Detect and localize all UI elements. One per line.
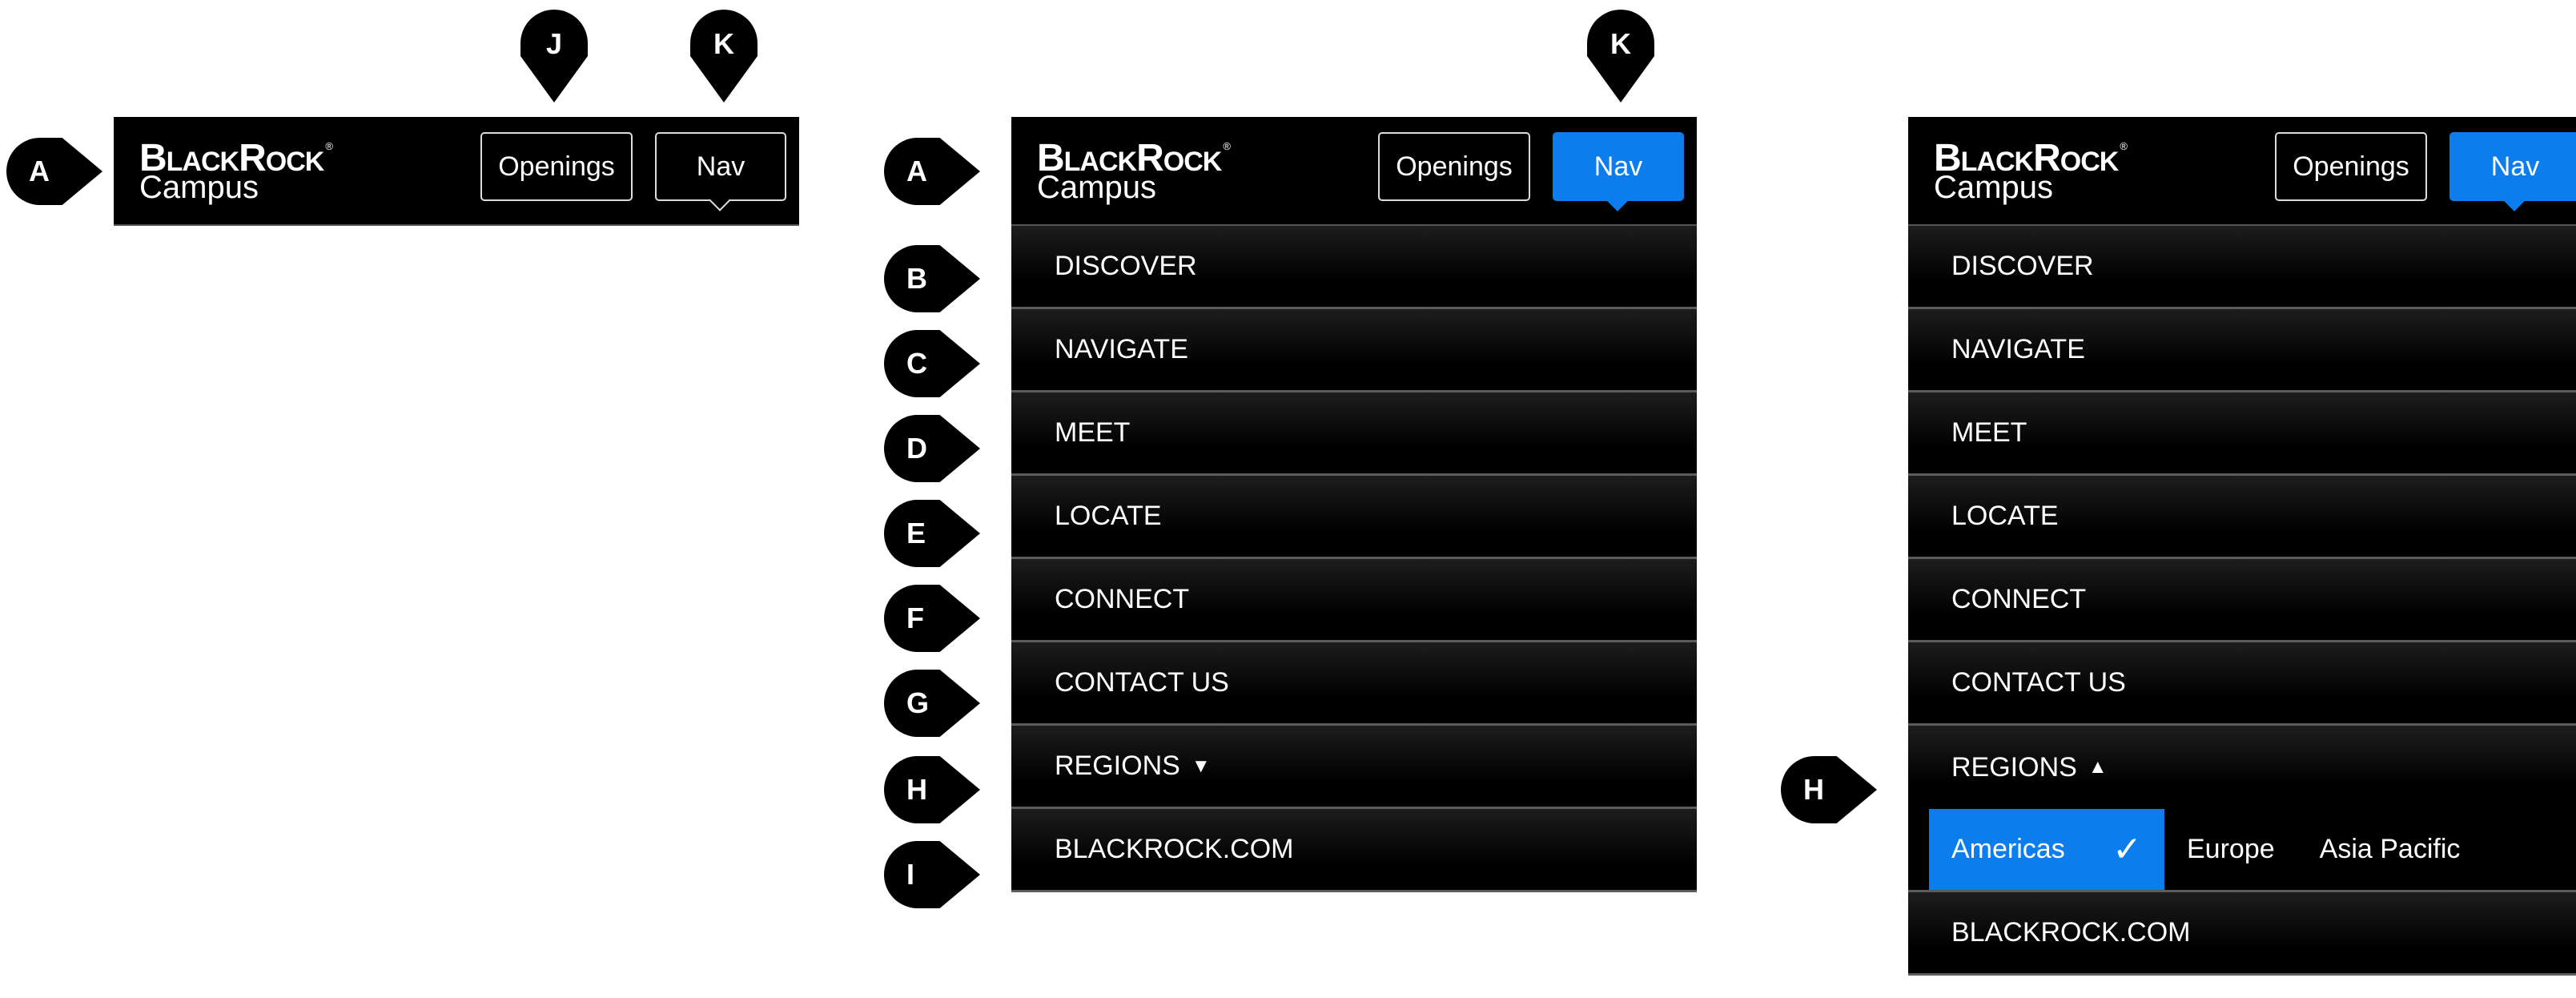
mockup-regions-open: BlackRock ® Campus Openings Nav DISCOVER … (1908, 117, 2576, 976)
callout-a: A (6, 138, 102, 205)
openings-button[interactable]: Openings (1378, 132, 1530, 201)
callout-g: G (884, 670, 980, 737)
chevron-up-icon: ▲ (2088, 756, 2108, 778)
region-americas[interactable]: Americas ✓ (1929, 809, 2164, 890)
menu-item-discover[interactable]: DISCOVER (1011, 226, 1697, 309)
menu-item-blackrock-com[interactable]: BLACKROCK.COM (1011, 809, 1697, 892)
menu-item-regions[interactable]: REGIONS ▼ (1011, 726, 1697, 809)
menu-item-blackrock-com[interactable]: BLACKROCK.COM (1908, 892, 2576, 976)
menu-item-meet[interactable]: MEET (1011, 392, 1697, 476)
pin-k: K (690, 10, 758, 103)
regions-submenu: Americas ✓ Europe Asia Pacific (1908, 809, 2576, 892)
blackrock-campus-logo[interactable]: BlackRock ® Campus (1037, 139, 1231, 204)
menu-item-regions[interactable]: REGIONS ▲ (1908, 726, 2576, 809)
checkmark-icon: ✓ (2112, 830, 2142, 869)
callout-d: D (884, 415, 980, 482)
menu-item-meet[interactable]: MEET (1908, 392, 2576, 476)
callout-i: I (884, 841, 980, 908)
callout-e: E (884, 500, 980, 567)
menu-item-contact-us[interactable]: CONTACT US (1011, 642, 1697, 726)
blackrock-campus-logo[interactable]: BlackRock ® Campus (139, 139, 333, 204)
nav-button-active[interactable]: Nav (2449, 132, 2576, 201)
pin-k: K (1587, 10, 1654, 103)
region-asia-pacific[interactable]: Asia Pacific (2297, 809, 2483, 890)
menu-item-locate[interactable]: LOCATE (1011, 476, 1697, 559)
site-header: BlackRock ® Campus Openings Nav (1908, 117, 2576, 226)
nav-button-active[interactable]: Nav (1553, 132, 1684, 201)
blackrock-campus-logo[interactable]: BlackRock ® Campus (1934, 139, 2128, 204)
openings-button[interactable]: Openings (2275, 132, 2427, 201)
callout-f: F (884, 585, 980, 652)
menu-item-connect[interactable]: CONNECT (1011, 559, 1697, 642)
pin-j: J (520, 10, 588, 103)
callout-h: H (884, 756, 980, 823)
menu-item-contact-us[interactable]: CONTACT US (1908, 642, 2576, 726)
mockup-nav-open: BlackRock ® Campus Openings Nav DISCOVER … (1011, 117, 1697, 892)
callout-h: H (1781, 756, 1877, 823)
menu-item-connect[interactable]: CONNECT (1908, 559, 2576, 642)
callout-a: A (884, 138, 980, 205)
menu-item-navigate[interactable]: NAVIGATE (1908, 309, 2576, 392)
callout-b: B (884, 245, 980, 312)
openings-button[interactable]: Openings (480, 132, 633, 201)
chevron-down-icon: ▼ (1191, 755, 1211, 777)
site-header: BlackRock ® Campus Openings Nav (114, 117, 799, 226)
site-header: BlackRock ® Campus Openings Nav (1011, 117, 1697, 226)
menu-item-navigate[interactable]: NAVIGATE (1011, 309, 1697, 392)
region-europe[interactable]: Europe (2164, 809, 2297, 890)
callout-c: C (884, 330, 980, 397)
menu-item-locate[interactable]: LOCATE (1908, 476, 2576, 559)
nav-button[interactable]: Nav (655, 132, 786, 201)
menu-item-discover[interactable]: DISCOVER (1908, 226, 2576, 309)
mockup-collapsed: BlackRock ® Campus Openings Nav (114, 117, 799, 226)
